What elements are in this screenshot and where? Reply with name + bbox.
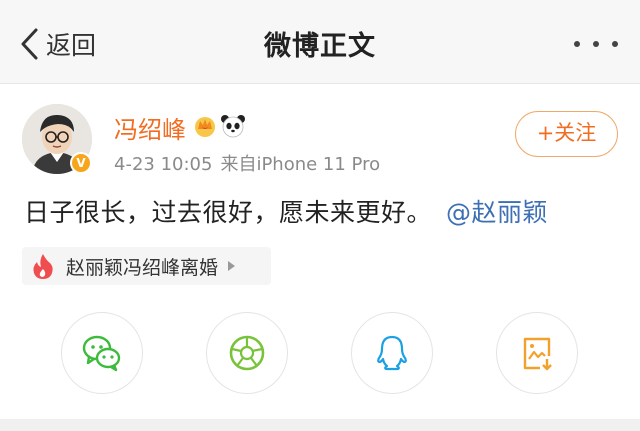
more-options-icon[interactable]: [574, 32, 618, 56]
hot-flame-icon: [33, 254, 53, 279]
moments-icon: [229, 335, 265, 371]
panda-badge-icon[interactable]: [220, 113, 246, 139]
post-body: 日子很长，过去很好，愿未来更好。: [24, 198, 433, 227]
post-meta: 4-23 10:05 来自iPhone 11 Pro: [114, 150, 380, 176]
avatar[interactable]: V: [22, 104, 92, 174]
save-image-icon: [523, 337, 552, 371]
nav-bar: 返回 微博正文: [0, 0, 640, 84]
post-time: 4-23 10:05: [114, 154, 213, 175]
author-name[interactable]: 冯绍峰: [114, 110, 186, 145]
post-text: 日子很长，过去很好，愿未来更好。 @赵丽颖: [24, 193, 548, 229]
user-badges: [192, 113, 246, 139]
crown-badge-icon[interactable]: [192, 113, 218, 139]
qq-icon: [377, 335, 407, 371]
verified-badge-icon: V: [70, 152, 92, 174]
topic-label: 赵丽颖冯绍峰离婚: [66, 256, 219, 279]
save-image-button[interactable]: [496, 312, 578, 394]
mention-link[interactable]: @赵丽颖: [446, 198, 548, 227]
trending-topic-tag[interactable]: 赵丽颖冯绍峰离婚: [22, 247, 271, 285]
share-qq-button[interactable]: [351, 312, 433, 394]
post-source: 来自iPhone 11 Pro: [220, 154, 381, 175]
bottom-divider: [0, 419, 640, 431]
follow-button[interactable]: +关注: [515, 111, 618, 157]
chevron-right-icon: [228, 261, 236, 271]
page-title: 微博正文: [264, 31, 376, 62]
share-wechat-button[interactable]: [61, 312, 143, 394]
share-moments-button[interactable]: [206, 312, 288, 394]
wechat-icon: [82, 335, 121, 372]
